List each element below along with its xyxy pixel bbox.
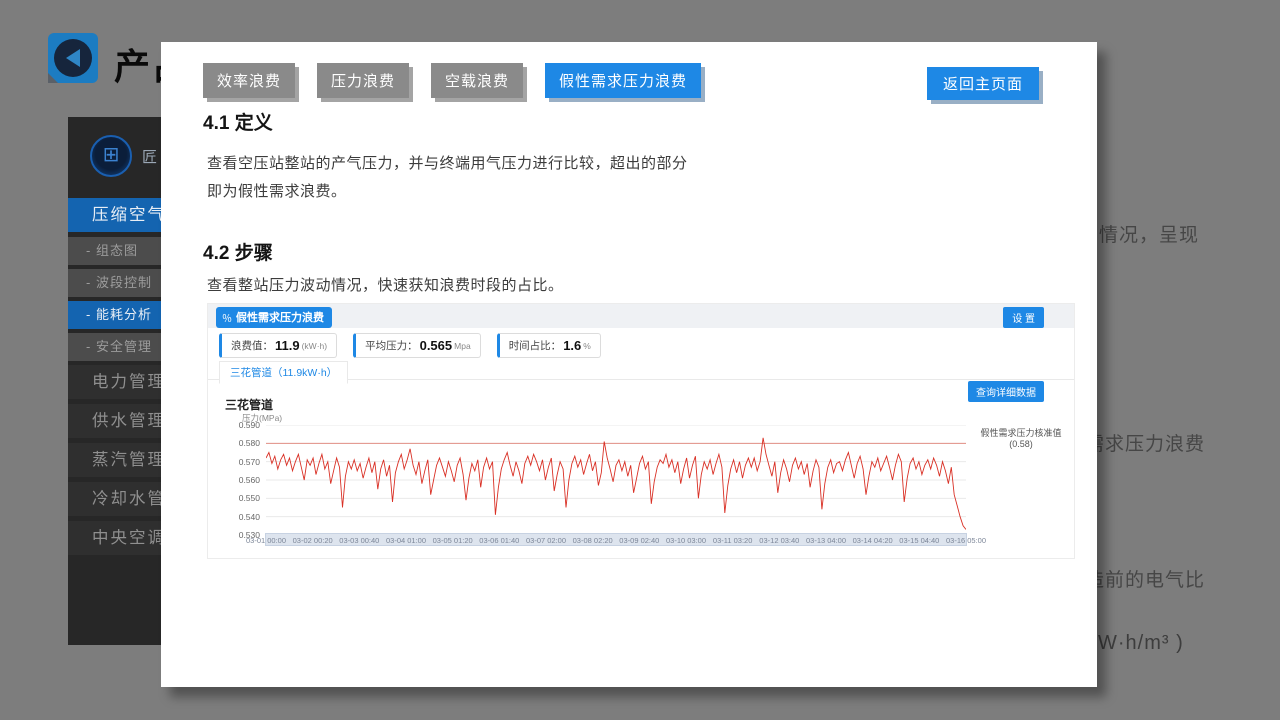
desktop-background: 产品 ⊞ 匠 压缩空气- 组态图- 波段控制- 能耗分析- 安全管理电力管理供水… <box>0 0 1280 720</box>
x-tick-label: 03-11 03:20 <box>713 536 752 545</box>
x-tick-label: 03-12 03:40 <box>759 536 799 545</box>
screenshot-title: 假性需求压力浪费 <box>236 309 324 325</box>
background-clipped-text: 情况，呈现 <box>1099 220 1199 247</box>
stat-box: 浪费值：11.9(kW·h) <box>219 333 337 358</box>
background-clipped-text: 造前的电气比 <box>1085 565 1205 592</box>
back-arrow-triangle-icon <box>66 49 80 67</box>
section-heading-definition: 4.1 定义 <box>203 108 273 135</box>
app-logo-icon: ⊞ <box>90 135 132 177</box>
back-icon[interactable] <box>48 33 98 83</box>
pipe-tab-strip: 三花管道（11.9kW·h） <box>208 360 1074 380</box>
back-icon-circle <box>54 39 92 77</box>
waste-percent-icon: ％ <box>222 310 232 325</box>
tab-假性需求压力浪费[interactable]: 假性需求压力浪费 <box>545 63 701 98</box>
x-tick-label: 03-02 00:20 <box>293 536 333 545</box>
stat-box: 时间占比：1.6% <box>497 333 601 358</box>
query-detail-button: 查询详细数据 <box>968 381 1044 402</box>
section-heading-steps: 4.2 步骤 <box>203 238 273 265</box>
x-tick-label: 03-16 05:00 <box>946 536 986 545</box>
x-tick-label: 03-05 01:20 <box>433 536 473 545</box>
x-tick-label: 03-01 00:00 <box>246 536 286 545</box>
threshold-annotation: 假性需求压力核准值 (0.58) <box>971 428 1071 450</box>
logo-text: 匠 <box>142 146 157 167</box>
background-clipped-text: 需求压力浪费 <box>1085 429 1205 456</box>
x-tick-label: 03-15 04:40 <box>899 536 939 545</box>
definition-text-line1: 查看空压站整站的产气压力，并与终端用气压力进行比较，超出的部分 <box>207 152 688 173</box>
x-tick-label: 03-06 01:40 <box>479 536 519 545</box>
x-tick-label: 03-07 02:00 <box>526 536 566 545</box>
tab-压力浪费[interactable]: 压力浪费 <box>317 63 409 98</box>
stats-row: 浪费值：11.9(kW·h) 平均压力：0.565Mpa 时间占比：1.6% <box>219 333 601 358</box>
pressure-line-chart <box>266 425 966 535</box>
threshold-label: 假性需求压力核准值 <box>971 428 1071 439</box>
y-tick-label: 0.580 <box>220 438 260 448</box>
doc-modal: 效率浪费压力浪费空载浪费假性需求压力浪费 返回主页面 4.1 定义 查看空压站整… <box>161 42 1097 687</box>
y-tick-label: 0.570 <box>220 457 260 467</box>
x-tick-label: 03-08 02:20 <box>573 536 613 545</box>
screenshot-title-badge: ％ 假性需求压力浪费 <box>216 307 332 328</box>
definition-text-line2: 即为假性需求浪费。 <box>207 180 347 201</box>
x-tick-label: 03-04 01:00 <box>386 536 426 545</box>
chart-title: 三花管道 <box>225 396 273 413</box>
x-tick-label: 03-10 03:00 <box>666 536 706 545</box>
steps-text-line1: 查看整站压力波动情况，快速获知浪费时段的占比。 <box>207 274 564 295</box>
screenshot-header: ％ 假性需求压力浪费 设 置 <box>208 304 1074 328</box>
y-tick-label: 0.540 <box>220 512 260 522</box>
y-axis-label: 压力(MPa) <box>242 412 282 424</box>
tab-效率浪费[interactable]: 效率浪费 <box>203 63 295 98</box>
y-tick-label: 0.550 <box>220 493 260 503</box>
x-tick-label: 03-03 00:40 <box>339 536 379 545</box>
background-clipped-text: W·h/m³ ) <box>1098 632 1184 655</box>
x-tick-label: 03-13 04:00 <box>806 536 846 545</box>
x-tick-label: 03-14 04:20 <box>853 536 893 545</box>
settings-button: 设 置 <box>1003 307 1044 328</box>
return-home-button[interactable]: 返回主页面 <box>927 67 1039 100</box>
pipe-tab-sanhua: 三花管道（11.9kW·h） <box>219 361 348 384</box>
tab-空载浪费[interactable]: 空载浪费 <box>431 63 523 98</box>
threshold-value: (0.58) <box>971 439 1071 450</box>
y-tick-label: 0.560 <box>220 475 260 485</box>
doc-tabs: 效率浪费压力浪费空载浪费假性需求压力浪费 <box>203 63 701 98</box>
stat-box: 平均压力：0.565Mpa <box>353 333 481 358</box>
embedded-screenshot: ％ 假性需求压力浪费 设 置 浪费值：11.9(kW·h) 平均压力：0.565M… <box>207 303 1075 559</box>
x-ticks: 03-01 00:00 03-02 00:20 03-03 00:40 03-04 0… <box>208 536 1074 546</box>
x-tick-label: 03-09 02:40 <box>619 536 659 545</box>
